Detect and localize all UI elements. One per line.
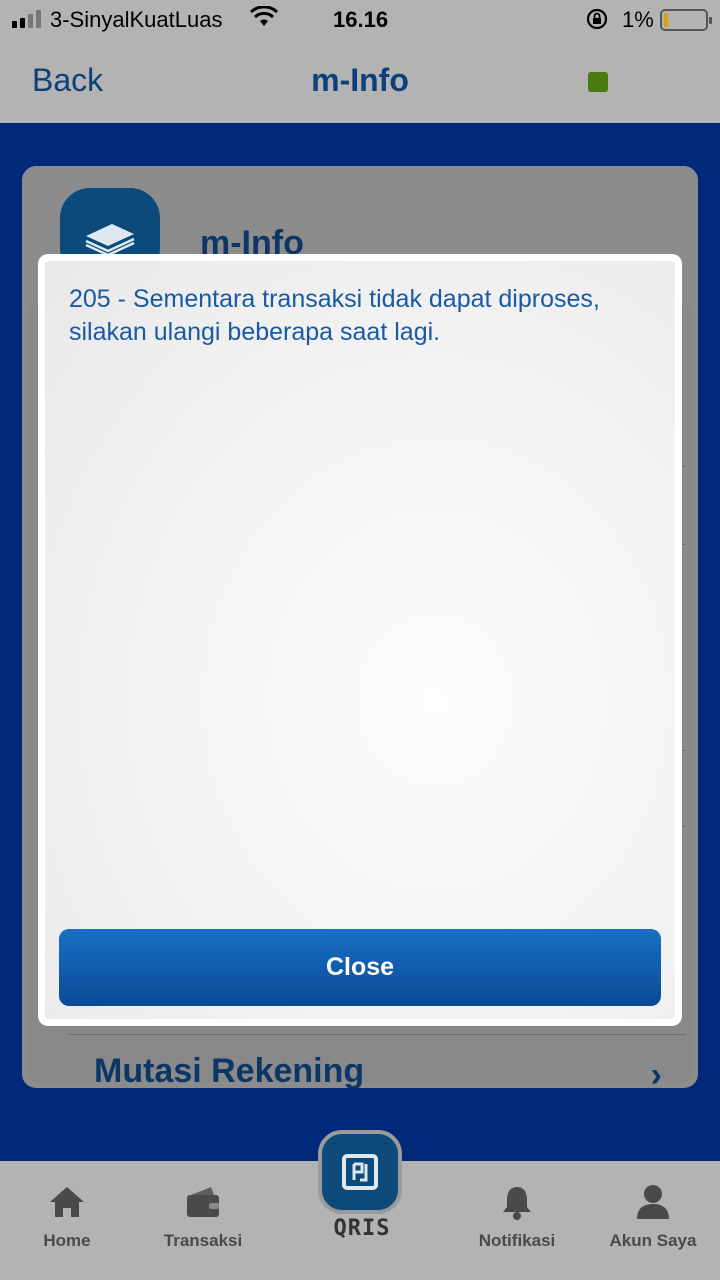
nav-bar: Back m-Info xyxy=(0,40,720,123)
page-title: m-Info xyxy=(311,62,409,98)
tab-home[interactable]: Home xyxy=(2,1183,132,1251)
tab-akun-saya[interactable]: Akun Saya xyxy=(588,1183,718,1251)
tab-notifikasi[interactable]: Notifikasi xyxy=(452,1183,582,1251)
status-indicator xyxy=(588,72,608,92)
user-icon xyxy=(637,1185,669,1219)
divider xyxy=(68,1034,686,1035)
tab-label: Notifikasi xyxy=(478,1231,556,1250)
wifi-icon xyxy=(249,5,279,34)
close-button[interactable]: Close xyxy=(59,929,661,1006)
clock: 16.16 xyxy=(333,7,389,32)
battery-percent: 1% xyxy=(622,7,654,32)
tab-label: Akun Saya xyxy=(609,1231,697,1250)
bell-icon xyxy=(503,1187,531,1220)
error-dialog: 205 - Sementara transaksi tidak dapat di… xyxy=(38,254,682,1026)
home-icon xyxy=(50,1187,84,1217)
rotation-lock-icon xyxy=(585,7,609,37)
wallet-icon xyxy=(187,1187,219,1217)
signal-icon xyxy=(12,10,41,28)
qris-button[interactable] xyxy=(318,1130,402,1214)
dialog-body: 205 - Sementara transaksi tidak dapat di… xyxy=(45,261,675,1019)
chevron-right-icon: › xyxy=(650,1056,662,1088)
error-message: 205 - Sementara transaksi tidak dapat di… xyxy=(69,285,600,346)
tab-transaksi[interactable]: Transaksi xyxy=(138,1183,268,1251)
qris-label: QRIS xyxy=(333,1216,391,1241)
status-bar: 3-SinyalKuatLuas 16.16 1% xyxy=(0,0,720,40)
menu-item-mutasi-rekening[interactable]: Mutasi Rekening xyxy=(94,1052,364,1088)
tab-label: Home xyxy=(43,1231,91,1250)
qris-icon xyxy=(342,1154,378,1190)
battery-icon xyxy=(660,9,712,31)
carrier-name: 3-SinyalKuatLuas xyxy=(50,7,223,32)
tab-label: Transaksi xyxy=(163,1231,243,1250)
